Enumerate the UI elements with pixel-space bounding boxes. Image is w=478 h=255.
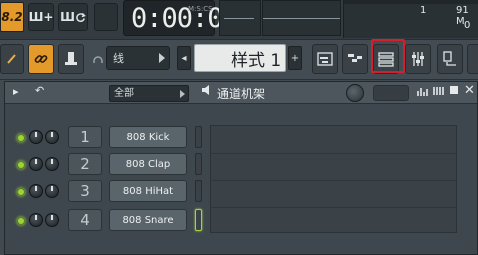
headphones-icon[interactable] [92, 52, 104, 64]
channel-mute-led[interactable] [17, 134, 25, 142]
pattern-selector[interactable]: 样式 1 [194, 44, 286, 72]
time-format-label: M:S:CS [188, 5, 213, 13]
plugin-picker-button[interactable] [467, 44, 478, 74]
channel-row: 1 808 Kick [5, 125, 477, 152]
pan-knob[interactable] [29, 184, 43, 198]
cpu-meter [219, 0, 261, 36]
channel-row: 4 808 Snare [5, 208, 477, 235]
channel-name-button[interactable]: 808 Snare [109, 209, 187, 231]
mixer-track-number[interactable]: 2 [68, 153, 102, 175]
refresh-icon [76, 12, 86, 22]
mixer-icon [412, 52, 424, 66]
loop-record-button[interactable]: Ш [58, 3, 88, 31]
group-filter-select[interactable]: 全部 [109, 85, 189, 102]
channel-rack-window: ▸ ↶ 全部 通道机架 ✕ 1 808 Kick 2 808 Clap 3 80… [4, 81, 478, 255]
volume-knob[interactable] [45, 130, 59, 144]
hint-monitor: 1 91 M 0 [343, 0, 478, 38]
swing-slider[interactable] [373, 85, 409, 101]
playlist-button[interactable] [312, 44, 338, 74]
pan-knob[interactable] [29, 213, 43, 227]
monitor-value-3: 0 [464, 20, 471, 31]
mixer-button[interactable] [405, 44, 431, 74]
channel-row: 2 808 Clap [5, 152, 477, 179]
piano-roll-icon [348, 54, 362, 62]
pattern-add-button[interactable]: + [288, 46, 302, 70]
channel-mute-led[interactable] [17, 217, 25, 225]
time-display[interactable]: 0:00:00 M:S:CS [123, 0, 239, 36]
volume-knob[interactable] [45, 157, 59, 171]
chevron-right-icon [159, 53, 165, 63]
pan-knob[interactable] [29, 130, 43, 144]
channel-select-bar[interactable] [195, 180, 202, 202]
menu-arrow-icon[interactable]: ▸ [13, 85, 19, 98]
draw-tool-button[interactable] [0, 44, 24, 74]
channel-rack-titlebar[interactable]: ▸ ↶ 全部 通道机架 ✕ [5, 82, 477, 104]
step-edit-button[interactable]: Ш+ [28, 3, 54, 31]
link-tool-button[interactable] [28, 44, 54, 74]
highlight-box [371, 39, 405, 73]
monitor-value-1: 1 [420, 5, 427, 16]
mixer-track-number[interactable]: 1 [68, 126, 102, 148]
browser-button[interactable] [437, 44, 463, 74]
chain-link-icon [34, 55, 48, 63]
channel-mute-led[interactable] [17, 161, 25, 169]
chevron-right-icon [180, 90, 185, 98]
channel-select-bar[interactable] [195, 126, 202, 148]
channel-name-button[interactable]: 808 Clap [109, 153, 187, 175]
top-bar: 8.2 Ш+ Ш 0:00:00 M:S:CS 1 91 M 0 [0, 0, 478, 40]
browser-icon [443, 51, 456, 66]
piano-roll-button[interactable] [342, 44, 368, 74]
channel-select-bar[interactable] [195, 153, 202, 175]
toolbar: 线 ◂ 样式 1 + [0, 40, 478, 80]
fl-studio-window: 8.2 Ш+ Ш 0:00:00 M:S:CS 1 91 M 0 线 ◂ 样式 … [0, 0, 478, 255]
channel-name-button[interactable]: 808 Kick [109, 126, 187, 148]
detach-icon[interactable] [433, 86, 445, 99]
tempo-button[interactable]: 8.2 [0, 2, 24, 32]
close-icon[interactable]: ✕ [464, 83, 475, 98]
record-settings-button[interactable] [94, 3, 118, 31]
waveform-monitor [262, 0, 341, 36]
mixer-track-number[interactable]: 4 [68, 209, 102, 231]
volume-knob[interactable] [45, 213, 59, 227]
channel-row: 3 808 HiHat [5, 179, 477, 206]
undo-icon[interactable]: ↶ [35, 84, 44, 97]
speaker-icon [201, 84, 213, 99]
channel-rack-title: 通道机架 [217, 87, 266, 101]
channel-select-bar[interactable] [195, 209, 202, 231]
monitor-stripe [344, 0, 478, 4]
pattern-prev-button[interactable]: ◂ [177, 46, 191, 70]
mixer-track-number[interactable]: 3 [68, 180, 102, 202]
volume-knob[interactable] [45, 184, 59, 198]
pencil-icon [7, 54, 16, 64]
snap-select[interactable]: 线 [106, 46, 170, 70]
graph-editor-icon[interactable] [417, 86, 429, 99]
swing-knob[interactable] [346, 84, 364, 102]
channel-name-button[interactable]: 808 HiHat [109, 180, 187, 202]
metronome-button[interactable] [58, 44, 84, 74]
playlist-icon [317, 52, 333, 66]
maximize-icon[interactable] [449, 85, 459, 98]
hat-icon [65, 52, 77, 65]
pan-knob[interactable] [29, 157, 43, 171]
channel-mute-led[interactable] [17, 188, 25, 196]
